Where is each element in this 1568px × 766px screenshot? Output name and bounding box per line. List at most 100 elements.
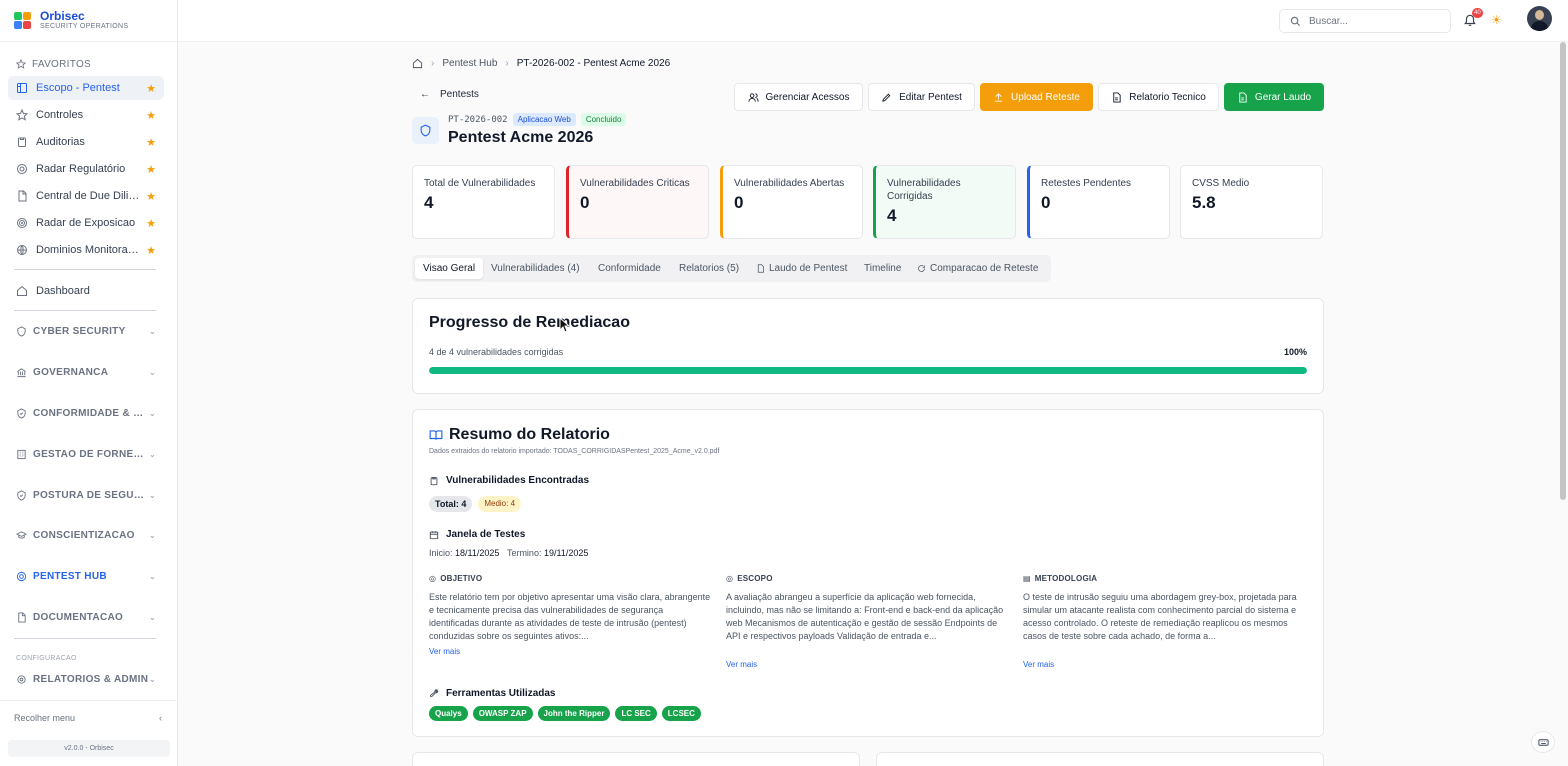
bottom-card-left <box>412 752 860 766</box>
methodology-column: ▤ METODOLOGIA O teste de intrusão seguiu … <box>1023 574 1308 669</box>
tab-relatorios[interactable]: Relatorios (5) <box>671 258 747 279</box>
arrow-left-icon: ← <box>420 89 430 100</box>
section-governanca[interactable]: GOVERNANCA ⌄ <box>16 367 156 378</box>
star-filled-icon[interactable]: ★ <box>146 82 156 95</box>
tab-comparacao-reteste[interactable]: Comparacao de Reteste <box>909 258 1046 279</box>
sidebar-divider <box>14 310 156 311</box>
methodology-text: O teste de intrusão seguiu uma abordagem… <box>1023 592 1297 641</box>
sidebar-item-dominios-monitorados[interactable]: Dominios Monitorados ★ <box>8 238 164 262</box>
chevron-down-icon: ⌄ <box>148 368 156 377</box>
shield-check-icon <box>17 408 26 419</box>
report-summary-card: Resumo do Relatorio Dados extraidos do r… <box>412 409 1324 737</box>
back-to-pentests-link[interactable]: ← Pentests <box>420 89 479 100</box>
avatar[interactable] <box>1527 6 1552 31</box>
test-window-dates: Inicio: 18/11/2025 Termino: 19/11/2025 <box>429 548 589 558</box>
breadcrumb: › Pentest Hub › PT-2026-002 - Pentest Ac… <box>412 58 670 69</box>
search-icon <box>1290 16 1301 26</box>
test-window-heading: Janela de Testes <box>446 529 526 540</box>
sidebar-item-due-diligence[interactable]: Central de Due Dilige... ★ <box>8 184 164 208</box>
keyboard-icon <box>1537 738 1549 746</box>
section-pentest-hub[interactable]: PENTEST HUB ⌄ <box>16 571 156 582</box>
progress-bar <box>429 367 1307 374</box>
chevron-down-icon: ⌄ <box>148 572 156 581</box>
star-filled-icon[interactable]: ★ <box>146 109 156 122</box>
star-filled-icon[interactable]: ★ <box>146 244 156 257</box>
section-gestao-fornecedores[interactable]: GESTAO DE FORNECE... ⌄ <box>16 449 156 460</box>
stat-critical-vulnerabilities: Vulnerabilidades Criticas 0 <box>566 165 709 239</box>
tool-tag: John the Ripper <box>537 706 611 721</box>
star-filled-icon[interactable]: ★ <box>146 217 156 230</box>
summary-title: Resumo do Relatorio <box>449 426 610 443</box>
section-documentacao[interactable]: DOCUMENTACAO ⌄ <box>16 612 156 623</box>
total-pill: Total: 4 <box>429 496 473 512</box>
type-tag: Aplicacao Web <box>512 113 576 126</box>
breadcrumb-pentest-hub[interactable]: Pentest Hub <box>442 58 497 69</box>
keyboard-shortcuts-button[interactable] <box>1531 731 1555 753</box>
chevron-left-icon: ‹ <box>159 713 162 723</box>
section-conformidade[interactable]: CONFORMIDADE & RIS... ⌄ <box>16 408 156 419</box>
sidebar-divider <box>14 638 156 639</box>
sidebar-item-radar-exposicao[interactable]: Radar de Exposicao ★ <box>8 211 164 235</box>
section-conscientizacao[interactable]: CONSCIENTIZACAO ⌄ <box>16 530 156 541</box>
target-icon: ◎ <box>429 574 437 583</box>
star-filled-icon[interactable]: ★ <box>146 163 156 176</box>
stat-open-vulnerabilities: Vulnerabilidades Abertas 0 <box>720 165 863 239</box>
upload-retest-button[interactable]: Upload Reteste <box>980 83 1093 111</box>
section-relatorios-admin[interactable]: RELATORIOS & ADMIN ⌄ <box>16 674 156 685</box>
topbar: Buscar... 40 ☀ <box>178 0 1568 42</box>
scrollbar[interactable] <box>1560 42 1566 500</box>
tab-bar: Visao Geral Vulnerabilidades (4) Conform… <box>412 255 1051 282</box>
stat-pending-retests: Retestes Pendentes 0 <box>1027 165 1170 239</box>
scope-see-more-link[interactable]: Ver mais <box>726 660 1011 669</box>
generate-report-button[interactable]: Gerar Laudo <box>1224 83 1324 111</box>
objective-column: ◎ OBJETIVO Este relatório tem por objetiv… <box>429 574 714 656</box>
sidebar-item-escopo-pentest[interactable]: Escopo - Pentest ★ <box>8 76 164 100</box>
tab-vulnerabilidades[interactable]: Vulnerabilidades (4) <box>483 258 588 279</box>
star-outline-icon <box>16 109 28 121</box>
sidebar-item-controles[interactable]: Controles ★ <box>8 103 164 127</box>
chevron-down-icon: ⌄ <box>148 491 156 500</box>
progress-percent: 100% <box>1283 347 1307 357</box>
scope-text: A avaliação abrangeu a superfície da apl… <box>726 592 1004 641</box>
mouse-cursor-icon <box>559 317 570 333</box>
sidebar-item-dashboard[interactable]: Dashboard <box>8 279 164 303</box>
technical-report-button[interactable]: Relatorio Tecnico <box>1098 83 1219 111</box>
medium-pill: Medio: 4 <box>478 496 522 512</box>
tab-timeline[interactable]: Timeline <box>856 258 909 279</box>
clipboard-icon <box>430 476 438 485</box>
shield-check-icon <box>17 490 26 501</box>
file-icon: ▤ <box>1023 574 1031 583</box>
page-title: Pentest Acme 2026 <box>448 129 594 146</box>
sidebar-item-radar-regulatorio[interactable]: Radar Regulatório ★ <box>8 157 164 181</box>
tab-laudo-pentest[interactable]: Laudo de Pentest <box>748 258 855 279</box>
search-input[interactable]: Buscar... <box>1279 9 1451 33</box>
remediation-progress-card: Progresso de Remediacao 4 de 4 vulnerabi… <box>412 298 1324 394</box>
tool-tag: OWASP ZAP <box>472 706 533 721</box>
home-icon[interactable] <box>412 58 423 69</box>
star-filled-icon[interactable]: ★ <box>146 136 156 149</box>
objective-see-more-link[interactable]: Ver mais <box>429 647 714 656</box>
star-filled-icon[interactable]: ★ <box>146 190 156 203</box>
manage-access-button[interactable]: Gerenciar Acessos <box>734 83 863 111</box>
section-postura-seguranca[interactable]: POSTURA DE SEGURA... ⌄ <box>16 490 156 501</box>
file-icon <box>757 264 764 273</box>
tab-conformidade[interactable]: Conformidade <box>590 258 669 279</box>
collapse-menu-button[interactable]: Recolher menu ‹ <box>14 713 162 723</box>
chevron-down-icon: ⌄ <box>148 450 156 459</box>
shield-icon <box>412 117 439 144</box>
methodology-see-more-link[interactable]: Ver mais <box>1023 660 1308 669</box>
edit-pentest-button[interactable]: Editar Pentest <box>868 83 975 111</box>
pencil-icon <box>882 93 891 102</box>
brand-subtitle: SECURITY OPERATIONS <box>40 22 129 30</box>
section-cyber-security[interactable]: CYBER SECURITY ⌄ <box>16 326 156 337</box>
sidebar-item-auditorias[interactable]: Auditorias ★ <box>8 130 164 154</box>
tools-list: Qualys OWASP ZAP John the Ripper LC SEC … <box>429 706 701 721</box>
notification-badge: 40 <box>1472 8 1483 18</box>
brand[interactable]: Orbisec SECURITY OPERATIONS <box>0 0 177 42</box>
theme-toggle-sun-icon[interactable]: ☀ <box>1491 13 1502 27</box>
chevron-down-icon: ⌄ <box>148 409 156 418</box>
brand-name: Orbisec <box>40 8 85 23</box>
tool-tag: LCSEC <box>661 706 701 721</box>
chevron-down-icon: ⌄ <box>148 613 156 622</box>
tab-visao-geral[interactable]: Visao Geral <box>415 258 484 279</box>
